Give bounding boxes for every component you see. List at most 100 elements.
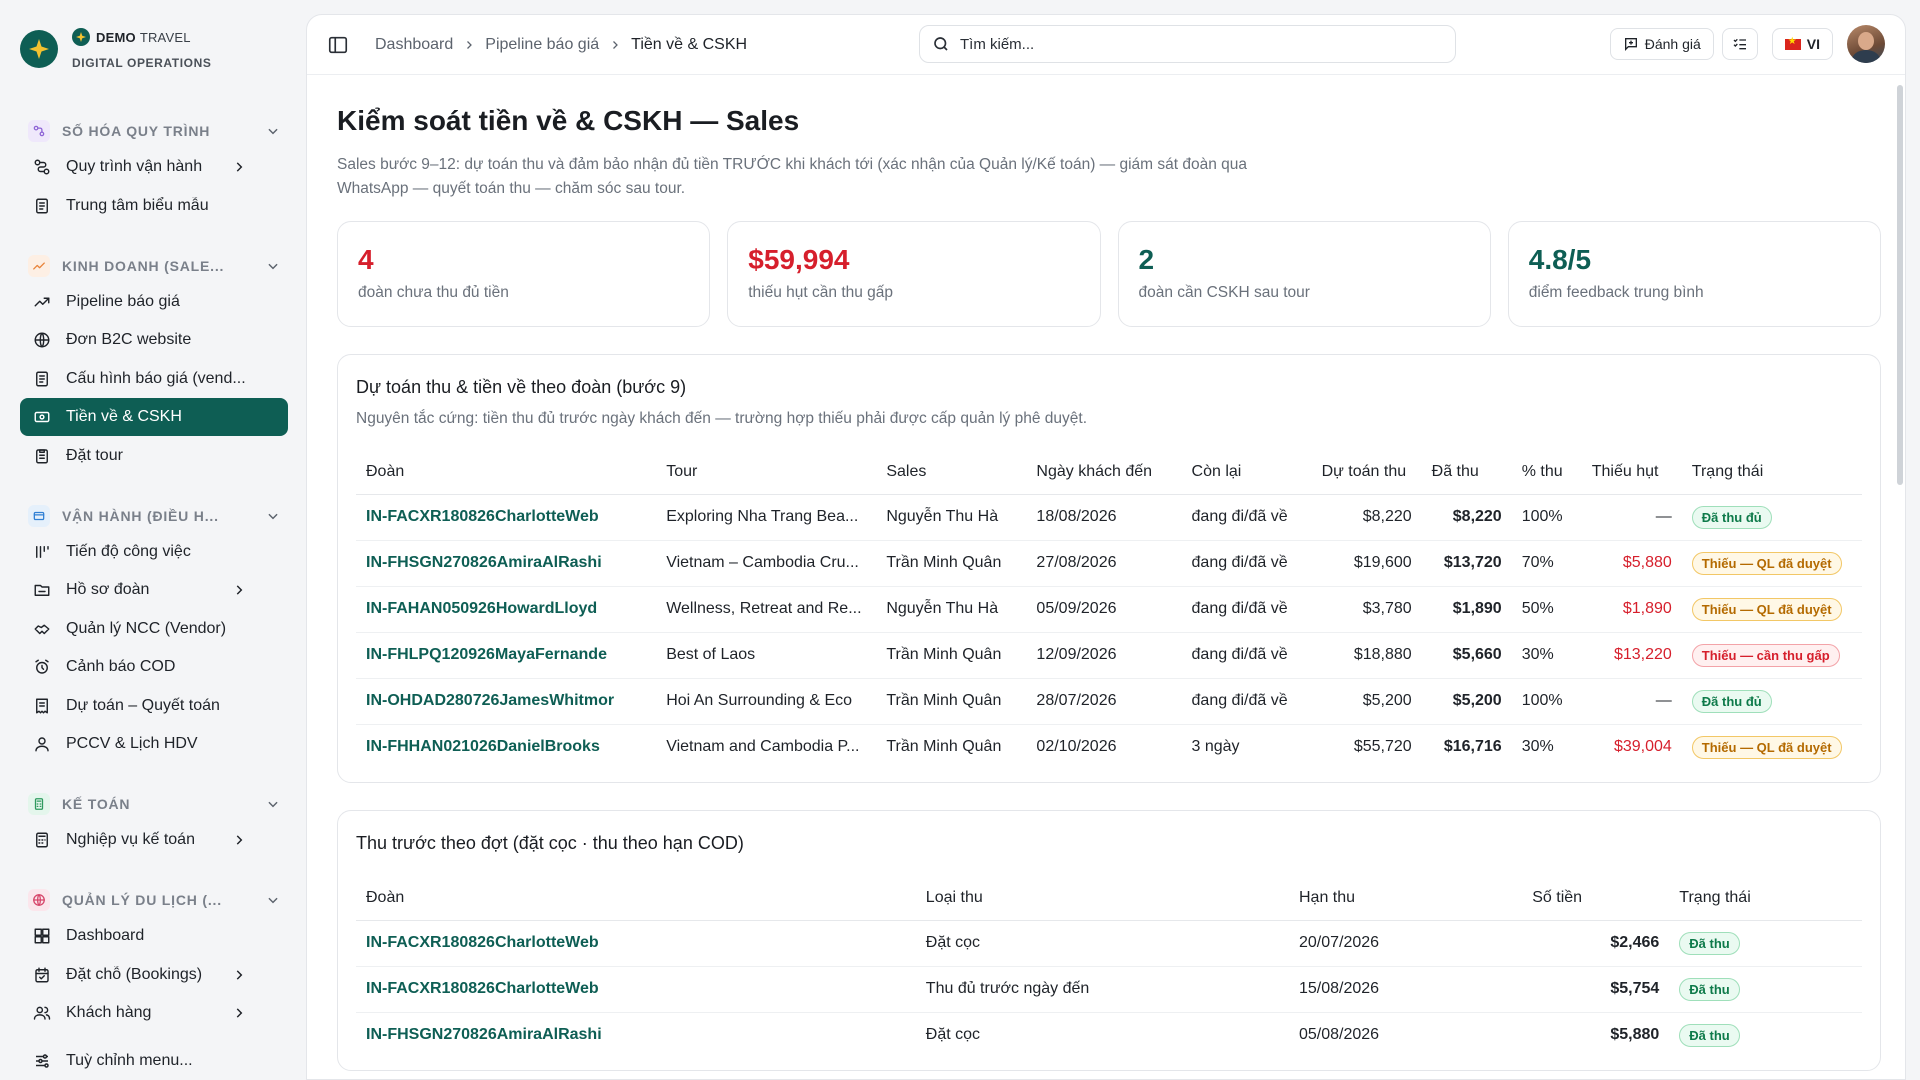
sidebar-item[interactable]: Dự toán – Quyết toán	[20, 687, 288, 725]
section-header[interactable]: VẬN HÀNH (ĐIỀU H...	[20, 499, 288, 533]
group-code-link[interactable]: IN-FACXR180826CharlotteWeb	[356, 920, 916, 967]
table-row[interactable]: IN-FACXR180826CharlotteWeb Thu đủ trước …	[356, 966, 1862, 1013]
progress-icon	[32, 542, 52, 562]
calculator-icon	[32, 830, 52, 850]
sidebar-item[interactable]: Pipeline báo giá	[20, 283, 288, 321]
sidebar-item-label: Cảnh báo COD	[66, 658, 176, 675]
group-code-link[interactable]: IN-OHDAD280726JamesWhitmor	[356, 678, 657, 725]
section-label: QUẢN LÝ DU LỊCH (...	[62, 892, 222, 908]
section-header[interactable]: KINH DOANH (SALE...	[20, 249, 288, 283]
sidebar-item[interactable]: Đặt chỗ (Bookings)	[20, 956, 288, 994]
shortfall-cell: $1,890	[1581, 586, 1682, 633]
nav-section: SỐ HÓA QUY TRÌNH Quy trình vận hành Trun…	[20, 114, 288, 225]
brand-subtitle: DIGITAL OPERATIONS	[72, 56, 212, 70]
percent-cell: 50%	[1511, 586, 1582, 633]
paid-cell: $13,720	[1421, 540, 1512, 587]
group-code-link[interactable]: IN-FHSGN270826AmiraAlRashi	[356, 540, 657, 587]
group-code-link[interactable]: IN-FACXR180826CharlotteWeb	[356, 966, 916, 1013]
sidebar-item[interactable]: PCCV & Lịch HDV	[20, 725, 288, 763]
stat-card: 4 đoàn chưa thu đủ tiền	[337, 221, 711, 327]
remaining-cell: đang đi/đã về	[1181, 678, 1312, 725]
stat-value: 4.8/5	[1528, 244, 1592, 275]
sidebar-item-label: Nghiệp vụ kế toán	[66, 831, 195, 848]
column-header[interactable]: Tour	[656, 450, 877, 495]
revenue-card: Dự toán thu & tiền về theo đoàn (bước 9)…	[337, 354, 1881, 783]
sidebar-item[interactable]: Dashboard	[20, 917, 288, 955]
sidebar-item[interactable]: Đặt tour	[20, 437, 288, 475]
avatar[interactable]	[1847, 25, 1885, 63]
sidebar-item-label: Tiến độ công việc	[66, 542, 191, 560]
sidebar-item[interactable]: Tiền về & CSKH	[20, 398, 288, 436]
column-header[interactable]: Đã thu	[1421, 450, 1512, 495]
table-row[interactable]: IN-FAHAN050926HowardLloyd Wellness, Retr…	[356, 586, 1862, 633]
customize-menu-button[interactable]: Tuỳ chỉnh menu...	[20, 1042, 288, 1080]
column-header[interactable]: Thiếu hụt	[1581, 450, 1682, 495]
sidebar-item[interactable]: Khách hàng	[20, 994, 288, 1032]
tour-name: Exploring Nha Trang Bea...	[666, 507, 859, 525]
breadcrumb-dashboard[interactable]: Dashboard	[375, 36, 453, 54]
column-header[interactable]: Trạng thái	[1681, 450, 1862, 495]
section-header[interactable]: QUẢN LÝ DU LỊCH (...	[20, 883, 288, 917]
sidebar-item[interactable]: Tiến độ công việc	[20, 533, 288, 571]
shortfall-cell: $5,880	[1581, 540, 1682, 587]
section-header[interactable]: KẾ TOÁN	[20, 787, 288, 821]
tour-cell: Wellness, Retreat and Re...	[656, 586, 877, 633]
language-switcher[interactable]: VI	[1771, 28, 1833, 60]
search-input[interactable]	[960, 35, 1440, 53]
page-subtitle: Sales bước 9–12: dự toán thu và đảm bảo …	[337, 156, 1248, 197]
sidebar-item-label: PCCV & Lịch HDV	[66, 735, 198, 752]
table-row[interactable]: IN-FHSGN270826AmiraAlRashi Đặt cọc 05/08…	[356, 1012, 1862, 1058]
brand[interactable]: DEMO TRAVEL DIGITAL OPERATIONS	[20, 20, 288, 78]
group-code-link[interactable]: IN-FHLPQ120926MayaFernande	[356, 632, 657, 679]
column-header[interactable]: Ngày khách đến	[1026, 450, 1182, 495]
sidebar-nav: SỐ HÓA QUY TRÌNH Quy trình vận hành Trun…	[20, 114, 288, 1032]
checklist-button[interactable]	[1721, 28, 1758, 60]
table-row[interactable]: IN-FHLPQ120926MayaFernande Best of Laos …	[356, 632, 1862, 679]
section-header[interactable]: SỐ HÓA QUY TRÌNH	[20, 114, 288, 148]
status-cell: Thiếu — QL đã duyệt	[1681, 540, 1862, 587]
table-row[interactable]: IN-FHSGN270826AmiraAlRashi Vietnam – Cam…	[356, 540, 1862, 587]
sidebar-item[interactable]: Cảnh báo COD	[20, 648, 288, 686]
budget-cell: $3,780	[1311, 586, 1422, 633]
sidebar-toggle-icon[interactable]	[327, 34, 349, 56]
column-header[interactable]: Còn lại	[1181, 450, 1312, 495]
column-header[interactable]: Sales	[876, 450, 1027, 495]
column-header[interactable]: Trạng thái	[1669, 876, 1862, 921]
group-code-link[interactable]: IN-FHHAN021026DanielBrooks	[356, 724, 656, 770]
group-code-link[interactable]: IN-FACXR180826CharlotteWeb	[356, 494, 657, 541]
column-header[interactable]: Số tiền	[1522, 876, 1670, 921]
sidebar-item[interactable]: Quy trình vận hành	[20, 148, 288, 186]
tour-name: Vietnam and Cambodia P...	[666, 738, 860, 756]
feedback-label: Đánh giá	[1644, 36, 1701, 52]
column-header[interactable]: Loại thu	[915, 876, 1289, 921]
table-row[interactable]: IN-FHHAN021026DanielBrooks Vietnam and C…	[356, 724, 1862, 770]
column-header[interactable]: Dự toán thu	[1311, 450, 1422, 495]
breadcrumb-pipeline[interactable]: Pipeline báo giá	[485, 36, 599, 54]
column-header[interactable]: Hạn thu	[1289, 876, 1523, 921]
sidebar-item[interactable]: Nghiệp vụ kế toán	[20, 821, 288, 859]
table-row[interactable]: IN-FACXR180826CharlotteWeb Đặt cọc 20/07…	[356, 920, 1862, 967]
revenue-card-title: Dự toán thu & tiền về theo đoàn (bước 9)	[356, 377, 687, 397]
sidebar-item[interactable]: Đơn B2C website	[20, 321, 288, 359]
search-box[interactable]	[919, 25, 1456, 63]
group-code-link[interactable]: IN-FAHAN050926HowardLloyd	[356, 586, 657, 633]
scrollbar[interactable]	[1897, 85, 1903, 485]
chevron-down-icon	[268, 801, 278, 808]
section-label: SỐ HÓA QUY TRÌNH	[62, 123, 211, 139]
column-header[interactable]: Đoàn	[356, 450, 657, 495]
payment-type-cell: Đặt cọc	[915, 920, 1289, 967]
revenue-card-subtitle: Nguyên tắc cứng: tiền thu đủ trước ngày …	[356, 410, 1088, 427]
table-row[interactable]: IN-FACXR180826CharlotteWeb Exploring Nha…	[356, 494, 1862, 541]
feedback-button[interactable]: Đánh giá	[1609, 28, 1714, 60]
remaining-cell: đang đi/đã về	[1181, 632, 1312, 679]
sidebar-item[interactable]: Cấu hình báo giá (vend...	[20, 360, 288, 398]
installment-table: Đoàn Loại thu Hạn thu Số tiền Trạng thái IN-…	[356, 876, 1862, 1058]
table-row[interactable]: IN-OHDAD280726JamesWhitmor Hoi An Surrou…	[356, 678, 1862, 725]
group-code-link[interactable]: IN-FHSGN270826AmiraAlRashi	[356, 1012, 916, 1058]
sidebar-item[interactable]: Hồ sơ đoàn	[20, 571, 288, 609]
sidebar-item[interactable]: Trung tâm biểu mẫu	[20, 187, 288, 225]
arrival-date-cell: 28/07/2026	[1026, 678, 1182, 725]
column-header[interactable]: % thu	[1511, 450, 1582, 495]
column-header[interactable]: Đoàn	[356, 876, 916, 921]
sidebar-item[interactable]: Quản lý NCC (Vendor)	[20, 610, 288, 648]
